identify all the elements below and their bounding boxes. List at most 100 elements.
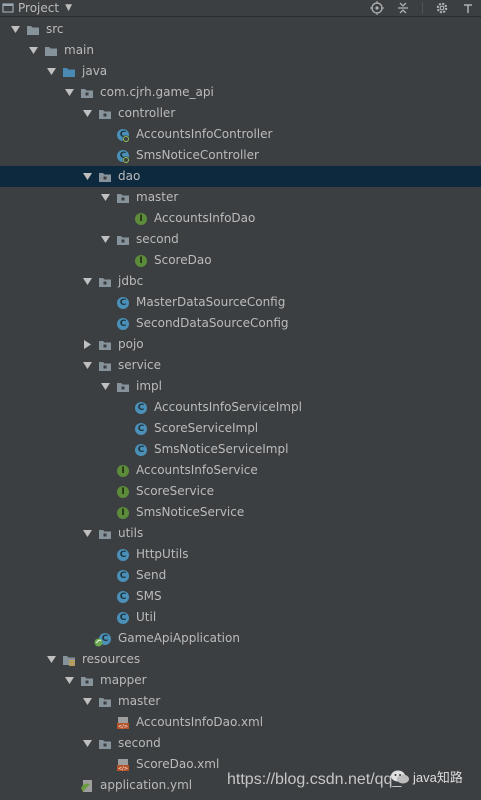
chevron-down-icon[interactable] (82, 271, 92, 292)
tree-node[interactable]: second (0, 229, 481, 250)
tree-node-label: AccountsInfoDao.xml (136, 715, 264, 729)
tree-node[interactable]: C SMS (0, 586, 481, 607)
tree-node[interactable]: I AccountsInfoService (0, 460, 481, 481)
tree-node-label: SecondDataSourceConfig (136, 316, 289, 330)
tree-node-label: mapper (100, 673, 147, 687)
chevron-down-icon[interactable] (46, 649, 56, 670)
tree-node-label: SmsNoticeServiceImpl (154, 442, 289, 456)
tree-node-label: controller (118, 106, 176, 120)
project-panel-header: Project ▼ (0, 0, 481, 17)
locate-icon[interactable] (370, 1, 384, 15)
gear-icon[interactable] (435, 1, 449, 15)
chevron-down-icon[interactable] (64, 82, 74, 103)
tree-node-label: AccountsInfoDao (154, 211, 256, 225)
chevron-down-icon[interactable] (82, 733, 92, 754)
panel-title[interactable]: Project (18, 1, 59, 15)
tree-node[interactable]: C SmsNoticeServiceImpl (0, 439, 481, 460)
tree-node[interactable]: main (0, 40, 481, 61)
chevron-down-icon[interactable] (64, 670, 74, 691)
package-icon (98, 170, 112, 184)
class-icon: C (116, 296, 130, 310)
tree-node[interactable]: src (0, 19, 481, 40)
tree-node[interactable]: C MasterDataSourceConfig (0, 292, 481, 313)
watermark-badge: java知路 (390, 767, 463, 786)
tree-node-label: application.yml (100, 778, 193, 792)
tree-node-label: second (118, 736, 161, 750)
tree-node[interactable]: C ScoreServiceImpl (0, 418, 481, 439)
interface-icon: I (134, 254, 148, 268)
package-icon (80, 674, 94, 688)
package-icon (98, 695, 112, 709)
chevron-right-icon[interactable] (82, 334, 92, 355)
tree-node[interactable]: utils (0, 523, 481, 544)
tree-node[interactable]: java (0, 61, 481, 82)
spring-class-icon: C (116, 128, 130, 143)
chevron-down-icon[interactable] (82, 103, 92, 124)
tree-node[interactable]: master (0, 691, 481, 712)
chevron-down-icon[interactable] (100, 187, 110, 208)
tree-node[interactable]: dao (0, 166, 481, 187)
chevron-down-icon[interactable] (82, 523, 92, 544)
package-icon (98, 737, 112, 751)
watermark-url: https://blog.csdn.net/qq_ (227, 771, 402, 788)
tree-node[interactable]: com.cjrh.game_api (0, 82, 481, 103)
tree-node[interactable]: C SecondDataSourceConfig (0, 313, 481, 334)
tree-node-label: second (136, 232, 179, 246)
package-icon (98, 527, 112, 541)
tree-node[interactable]: mapper (0, 670, 481, 691)
tree-node[interactable]: jdbc (0, 271, 481, 292)
tree-node[interactable]: I ScoreService (0, 481, 481, 502)
package-icon (116, 380, 130, 394)
tree-node[interactable]: I AccountsInfoDao (0, 208, 481, 229)
package-icon (98, 107, 112, 121)
tree-node[interactable]: controller (0, 103, 481, 124)
class-icon: C (116, 317, 130, 331)
wechat-icon (391, 770, 409, 783)
tree-node[interactable]: I SmsNoticeService (0, 502, 481, 523)
chevron-down-icon[interactable] (46, 61, 56, 82)
chevron-down-icon[interactable] (28, 40, 38, 61)
chevron-down-icon[interactable] (10, 19, 20, 40)
project-tree: src main java com.cjrh.game_api controller C A… (0, 19, 481, 796)
svg-text:</>: </> (118, 766, 128, 772)
tree-node[interactable]: second (0, 733, 481, 754)
interface-icon: I (116, 464, 130, 478)
tree-node[interactable]: master (0, 187, 481, 208)
tree-node-label: AccountsInfoController (136, 127, 273, 141)
tree-node[interactable]: C SmsNoticeController (0, 145, 481, 166)
chevron-down-icon[interactable] (100, 229, 110, 250)
source-folder-icon (62, 65, 76, 79)
tree-node[interactable]: I ScoreDao (0, 250, 481, 271)
tree-node-label: main (64, 43, 94, 57)
panel-dropdown-icon[interactable]: ▼ (65, 3, 72, 13)
collapse-all-icon[interactable] (396, 1, 410, 15)
chevron-down-icon[interactable] (82, 691, 92, 712)
tree-node[interactable]: impl (0, 376, 481, 397)
tree-node[interactable]: C HttpUtils (0, 544, 481, 565)
tree-node[interactable]: C AccountsInfoController (0, 124, 481, 145)
tree-node[interactable]: </> AccountsInfoDao.xml (0, 712, 481, 733)
chevron-down-icon[interactable] (82, 166, 92, 187)
tree-node[interactable]: C AccountsInfoServiceImpl (0, 397, 481, 418)
toolbar-divider (422, 2, 423, 14)
tree-node[interactable]: C Util (0, 607, 481, 628)
tree-node[interactable]: resources (0, 649, 481, 670)
watermark-text: java知路 (413, 770, 463, 785)
tree-node-label: SmsNoticeService (136, 505, 245, 519)
tree-node-label: java (82, 64, 108, 78)
chevron-down-icon[interactable] (82, 355, 92, 376)
hide-panel-icon[interactable] (461, 1, 475, 15)
tree-node[interactable]: pojo (0, 334, 481, 355)
tree-node[interactable]: C GameApiApplication (0, 628, 481, 649)
class-icon: C (134, 401, 148, 415)
xml-file-icon: </> (116, 758, 130, 772)
tree-node-label: Send (136, 568, 167, 582)
package-icon (116, 191, 130, 205)
tree-node[interactable]: C Send (0, 565, 481, 586)
tree-node-label: ScoreServiceImpl (154, 421, 259, 435)
tree-node-label: HttpUtils (136, 547, 189, 561)
chevron-down-icon[interactable] (100, 376, 110, 397)
svg-text:</>: </> (118, 724, 128, 730)
tree-node[interactable]: service (0, 355, 481, 376)
folder-icon (44, 44, 58, 58)
